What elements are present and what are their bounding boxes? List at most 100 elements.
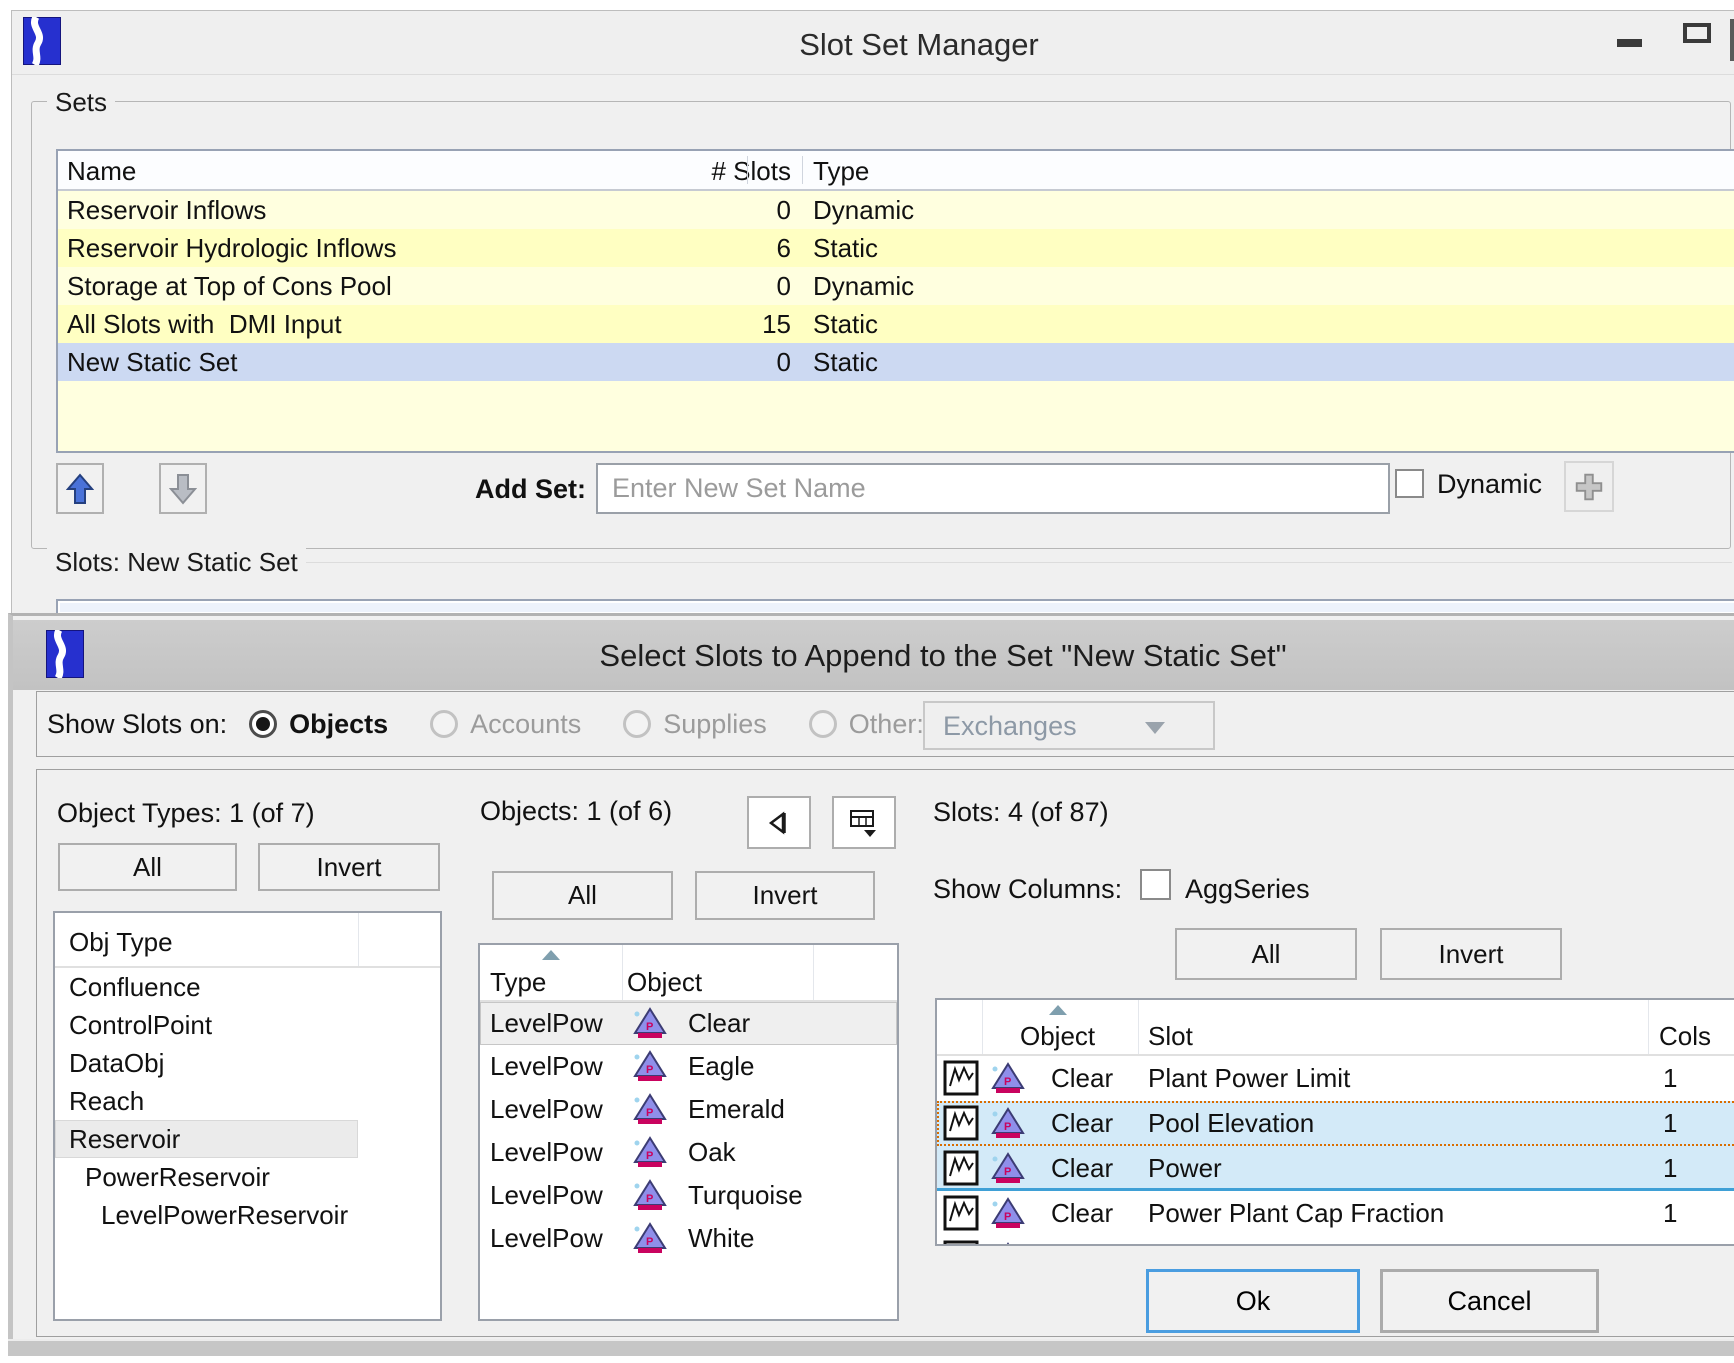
slot-cols-text: 1 — [1663, 1146, 1677, 1191]
svg-text:P: P — [646, 1236, 653, 1248]
slot-scope-radio[interactable]: Accounts — [430, 709, 581, 740]
set-row[interactable]: Reservoir Inflows 0 Dynamic — [58, 191, 1734, 229]
object-row[interactable]: LevelPow P White — [480, 1217, 897, 1260]
add-set-input[interactable] — [596, 463, 1390, 514]
slot-name-text: Plant Power Limit — [1148, 1056, 1350, 1101]
slots-invert-button[interactable]: Invert — [1380, 928, 1562, 980]
ok-button[interactable]: Ok — [1146, 1269, 1360, 1333]
slots-table-header: Object Slot Cols — [937, 1000, 1734, 1056]
object-name-text: Clear — [688, 1002, 750, 1045]
object-type-label: LevelPowerReservoir — [69, 1200, 348, 1230]
other-scope-dropdown[interactable]: Exchanges — [923, 701, 1215, 750]
object-type-text: LevelPow — [490, 1217, 603, 1260]
add-set-button[interactable] — [1564, 461, 1614, 512]
move-set-down-button[interactable] — [159, 463, 207, 514]
slot-row[interactable]: P Clear Power Plant Cap Fraction 1 — [937, 1191, 1734, 1236]
object-name-text: Turquoise — [688, 1174, 803, 1217]
set-row[interactable]: All Slots with DMI Input 15 Static — [58, 305, 1734, 343]
show-columns-label: Show Columns: — [933, 874, 1122, 905]
object-row[interactable]: LevelPow P Turquoise — [480, 1174, 897, 1217]
slots-all-button[interactable]: All — [1175, 928, 1357, 980]
objects-table: Type Object LevelPow P Clear — [478, 943, 899, 1321]
slot-scope-radio[interactable]: Other: — [809, 709, 924, 740]
move-set-up-button[interactable] — [56, 463, 104, 514]
slot-cols-text: 1 — [1663, 1101, 1677, 1146]
object-type-item[interactable]: Reservoir — [55, 1120, 440, 1158]
slot-name-text: Power Plant Cap Fraction — [1148, 1191, 1444, 1236]
column-header-slots[interactable]: # Slots — [598, 156, 791, 187]
object-row[interactable]: LevelPow P Oak — [480, 1131, 897, 1174]
svg-text:P: P — [1004, 1076, 1011, 1088]
objects-invert-button[interactable]: Invert — [695, 871, 875, 920]
object-type-item[interactable]: Confluence — [55, 968, 440, 1006]
svg-text:P: P — [646, 1021, 653, 1033]
object-types-list-header: Obj Type — [55, 913, 440, 968]
slot-row[interactable]: P Clear Plant Power Limit 1 — [937, 1056, 1734, 1101]
dynamic-checkbox-label: Dynamic — [1437, 469, 1542, 500]
set-row[interactable]: Storage at Top of Cons Pool 0 Dynamic — [58, 267, 1734, 305]
maximize-button[interactable] — [1683, 23, 1711, 43]
object-type-item[interactable]: PowerReservoir — [55, 1158, 440, 1196]
riverware-logo-icon — [23, 17, 61, 65]
dynamic-checkbox[interactable] — [1395, 469, 1424, 498]
column-divider — [802, 156, 803, 184]
column-header-object[interactable]: Object — [1020, 1021, 1095, 1052]
selection-content-panel: Object Types: 1 (of 7) All Invert Obj Ty… — [36, 769, 1734, 1337]
column-header-cols[interactable]: Cols — [1659, 1021, 1711, 1052]
objects-table-header: Type Object — [480, 945, 897, 1002]
close-button-partial[interactable] — [1730, 19, 1734, 61]
minimize-button[interactable] — [1617, 39, 1642, 47]
slot-scope-radio[interactable]: Supplies — [623, 709, 767, 740]
radio-label: Objects — [289, 709, 388, 740]
column-header-slot[interactable]: Slot — [1148, 1021, 1193, 1052]
object-type-text: LevelPow — [490, 1088, 603, 1131]
column-header-type[interactable]: Type — [813, 156, 869, 187]
object-row[interactable]: LevelPow P Eagle — [480, 1045, 897, 1088]
column-divider — [358, 913, 359, 966]
slot-row[interactable]: P Clear Power 1 — [937, 1146, 1734, 1191]
set-name: Reservoir Hydrologic Inflows — [67, 229, 627, 267]
set-row[interactable]: Reservoir Hydrologic Inflows 6 Static — [58, 229, 1734, 267]
set-row[interactable]: New Static Set 0 Static — [58, 343, 1734, 381]
svg-text:P: P — [646, 1107, 653, 1119]
object-type-label: DataObj — [69, 1048, 164, 1078]
object-type-item[interactable]: Reach — [55, 1082, 440, 1120]
riverware-logo-icon — [46, 630, 84, 678]
object-types-invert-button[interactable]: Invert — [258, 843, 440, 891]
object-name-text: Emerald — [688, 1088, 785, 1131]
objects-all-button[interactable]: All — [492, 871, 673, 920]
column-header-name[interactable]: Name — [67, 156, 136, 187]
object-types-all-button[interactable]: All — [58, 843, 237, 891]
dialog-bottom-border — [8, 1339, 1734, 1356]
object-type-item[interactable]: ControlPoint — [55, 1006, 440, 1044]
slot-object-text: Clear — [1051, 1146, 1113, 1191]
svg-text:P: P — [646, 1193, 653, 1205]
column-header-objtype[interactable]: Obj Type — [69, 927, 173, 958]
object-row[interactable]: LevelPow P Clear — [480, 1002, 897, 1045]
aggseries-checkbox[interactable] — [1140, 869, 1171, 900]
level-power-reservoir-icon: P — [633, 1050, 667, 1083]
set-type: Static — [813, 305, 878, 343]
slot-row[interactable]: P — [937, 1236, 1734, 1246]
series-slot-icon — [943, 1150, 979, 1186]
set-slot-count: 0 — [598, 343, 791, 381]
level-power-reservoir-icon: P — [991, 1152, 1025, 1185]
radio-icon — [623, 710, 651, 738]
level-power-reservoir-icon: P — [633, 1222, 667, 1255]
dialog-title: Select Slots to Append to the Set "New S… — [343, 638, 1543, 674]
svg-text:P: P — [1004, 1211, 1011, 1223]
object-type-item[interactable]: LevelPowerReservoir — [55, 1196, 440, 1234]
object-row[interactable]: LevelPow P Emerald — [480, 1088, 897, 1131]
column-header-object[interactable]: Object — [627, 967, 702, 998]
slot-row[interactable]: P Clear Pool Elevation 1 — [937, 1101, 1734, 1146]
column-menu-button[interactable] — [832, 796, 896, 849]
main-titlebar: Slot Set Manager — [12, 11, 1734, 75]
series-slot-icon — [943, 1060, 979, 1096]
cancel-button[interactable]: Cancel — [1380, 1269, 1599, 1333]
column-header-type[interactable]: Type — [490, 967, 546, 998]
slot-scope-radio[interactable]: Objects — [249, 709, 388, 740]
slots-table: Object Slot Cols — [935, 998, 1734, 1246]
radio-icon — [809, 710, 837, 738]
object-type-item[interactable]: DataObj — [55, 1044, 440, 1082]
collapse-left-button[interactable] — [747, 796, 811, 849]
